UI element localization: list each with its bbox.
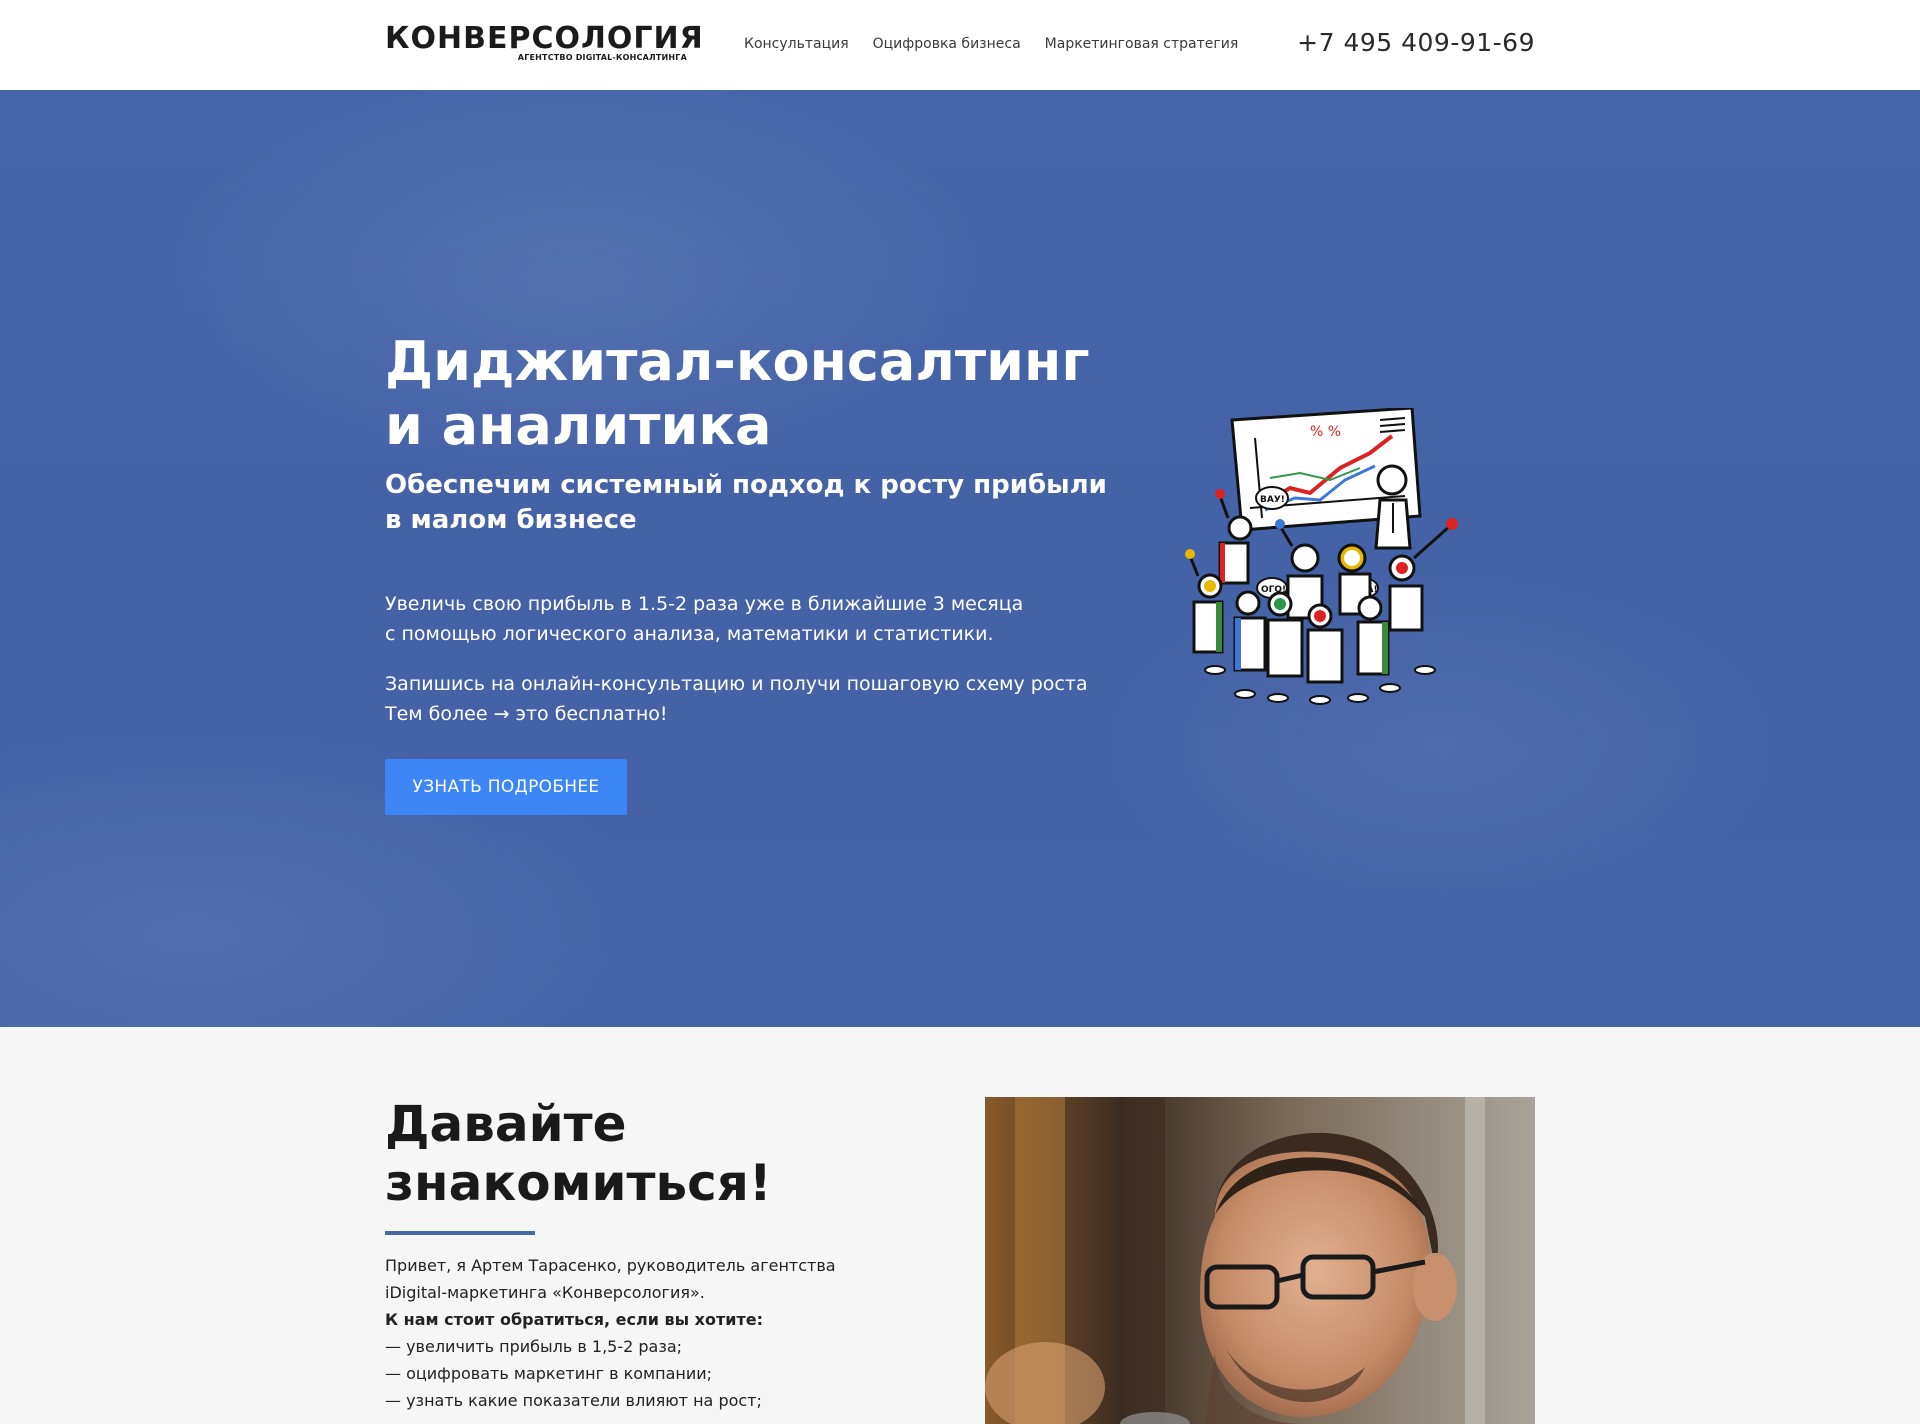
about-intro-line1: Привет, я Артем Тарасенко, руководитель … <box>385 1256 836 1275</box>
nav-link-marketing-strategy[interactable]: Маркетинговая стратегия <box>1045 36 1239 52</box>
logo-tagline: АГЕНТСТВО DIGITAL-КОНСАЛТИНГА <box>517 53 687 62</box>
nav-link-digitization[interactable]: Оцифровка бизнеса <box>873 36 1021 52</box>
about-title-underline <box>385 1231 535 1235</box>
main-nav: Консультация Оцифровка бизнеса Маркетинг… <box>744 36 1238 52</box>
about-text: Привет, я Артем Тарасенко, руководитель … <box>385 1252 865 1414</box>
presenter-figure <box>1374 464 1412 550</box>
hero-paragraph-profit-line2: с помощью логического анализа, математик… <box>385 623 994 645</box>
hero-section: Диджитал-консалтинг и аналитика Обеспечи… <box>0 90 1920 1027</box>
hero-subtitle-line1: Обеспечим системный подход к росту прибы… <box>385 470 1107 500</box>
hero-paragraph-consult-line1: Запишись на онлайн-консультацию и получи… <box>385 673 1088 695</box>
founder-photo <box>985 1097 1535 1424</box>
phone-number[interactable]: +7 495 409-91-69 <box>1297 28 1535 57</box>
logo-wordmark: КОНВЕРСОЛОГИЯ <box>385 21 704 56</box>
about-title: Давайте знакомиться! <box>385 1095 905 1213</box>
about-bullet: — оцифровать маркетинг в компании; <box>385 1364 713 1383</box>
board-percent-text: % % <box>1310 424 1341 440</box>
crowd-chart-illustration: % % ВАУ! ОГО! УРА! <box>1185 408 1458 705</box>
about-lead: К нам стоит обратиться, если вы хотите: <box>385 1310 763 1329</box>
hero-subtitle: Обеспечим системный подход к росту прибы… <box>385 468 1145 538</box>
logo[interactable]: КОНВЕРСОЛОГИЯ АГЕНТСТВО DIGITAL-КОНСАЛТИ… <box>385 22 703 66</box>
hero-title-line2: и аналитика <box>385 394 772 457</box>
learn-more-button[interactable]: УЗНАТЬ ПОДРОБНЕЕ <box>385 759 627 815</box>
hero-title-line1: Диджитал-консалтинг <box>385 330 1090 393</box>
bubble-wow: ВАУ! <box>1260 495 1285 505</box>
nav-link-consultation[interactable]: Консультация <box>744 36 849 52</box>
about-title-line2: знакомиться! <box>385 1154 772 1212</box>
about-intro-line2: iDigital-маркетинга «Конверсология». <box>385 1283 705 1302</box>
about-title-line1: Давайте <box>385 1095 627 1153</box>
about-bullet: — увеличить прибыль в 1,5-2 раза; <box>385 1337 683 1356</box>
hero-subtitle-line2: в малом бизнесе <box>385 505 637 535</box>
hero-paragraph-profit-line1: Увеличь свою прибыль в 1.5-2 раза уже в … <box>385 593 1024 615</box>
about-bullet: — узнать какие показатели влияют на рост… <box>385 1391 762 1410</box>
site-header: КОНВЕРСОЛОГИЯ АГЕНТСТВО DIGITAL-КОНСАЛТИ… <box>0 0 1920 90</box>
hero-paragraph-profit: Увеличь свою прибыль в 1.5-2 раза уже в … <box>385 589 1145 649</box>
hero-paragraph-consult-line2: Тем более → это бесплатно! <box>385 703 668 725</box>
hero-title: Диджитал-консалтинг и аналитика <box>385 330 1145 458</box>
hero-paragraph-consult: Запишись на онлайн-консультацию и получи… <box>385 669 1145 729</box>
